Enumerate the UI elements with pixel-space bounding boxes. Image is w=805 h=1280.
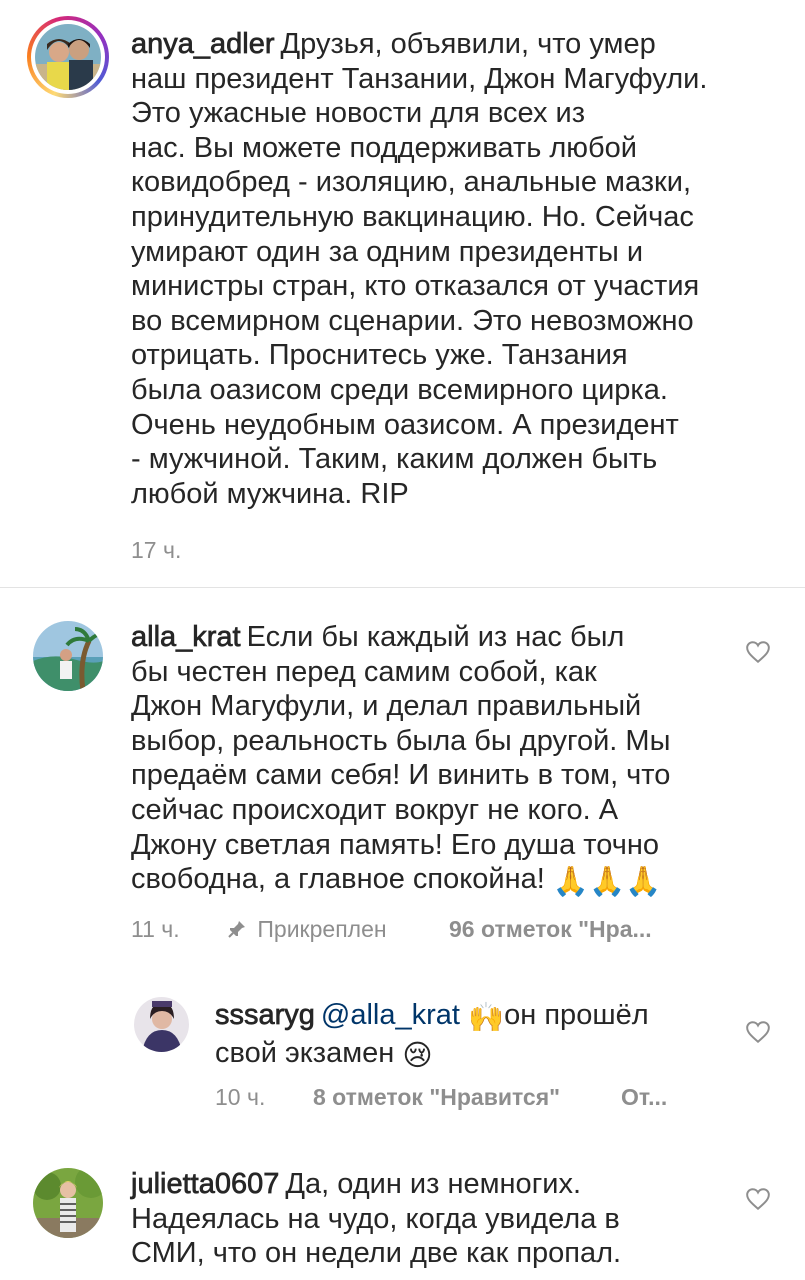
avatar[interactable] — [134, 997, 189, 1052]
story-ring[interactable] — [27, 16, 109, 98]
avatar[interactable] — [33, 621, 103, 691]
avatar[interactable] — [33, 1168, 103, 1238]
comment-text: julietta0607 Да, один из немногих. Надеял… — [131, 1167, 721, 1271]
username[interactable]: sssaryg — [215, 999, 316, 1032]
timestamp[interactable]: 17 ч. — [131, 537, 181, 564]
comment-body: Если бы каждый из нас был бы честен пере… — [131, 621, 671, 896]
pinned-text: Прикреплен — [257, 916, 387, 942]
timestamp[interactable]: 11 ч. — [131, 916, 180, 943]
comment-text: alla_krat Если бы каждый из нас был бы че… — [131, 620, 721, 900]
heart-outline-icon[interactable] — [745, 1187, 771, 1211]
comment-text: sssaryg @alla_krat 🙌он прошёл свой экзаме… — [215, 998, 715, 1073]
pin-icon — [228, 921, 245, 938]
heart-outline-icon[interactable] — [745, 1020, 771, 1044]
crying-face-emoji: 😢 — [402, 1039, 433, 1072]
likes-count[interactable]: 8 отметок "Нравится" — [313, 1084, 560, 1111]
comment-text: anya_adler Друзья, объявили, что умер наш… — [131, 27, 771, 511]
praying-hands-emoji: 🙏🙏🙏 — [552, 866, 662, 899]
mention-link[interactable]: @alla_krat — [321, 999, 460, 1031]
raised-hands-emoji: 🙌 — [468, 1002, 505, 1034]
username[interactable]: julietta0607 — [131, 1168, 280, 1201]
heart-outline-icon[interactable] — [745, 640, 771, 664]
pinned-label: Прикреплен — [227, 916, 387, 943]
reply-button[interactable]: От... — [621, 1084, 667, 1111]
divider — [0, 587, 805, 588]
likes-count[interactable]: 96 отметок "Нра... — [449, 916, 652, 943]
timestamp[interactable]: 10 ч. — [215, 1084, 265, 1111]
username[interactable]: alla_krat — [131, 621, 241, 654]
username[interactable]: anya_adler — [131, 28, 275, 61]
avatar[interactable] — [35, 24, 101, 90]
comment-body: Друзья, объявили, что умер наш президент… — [131, 28, 708, 510]
